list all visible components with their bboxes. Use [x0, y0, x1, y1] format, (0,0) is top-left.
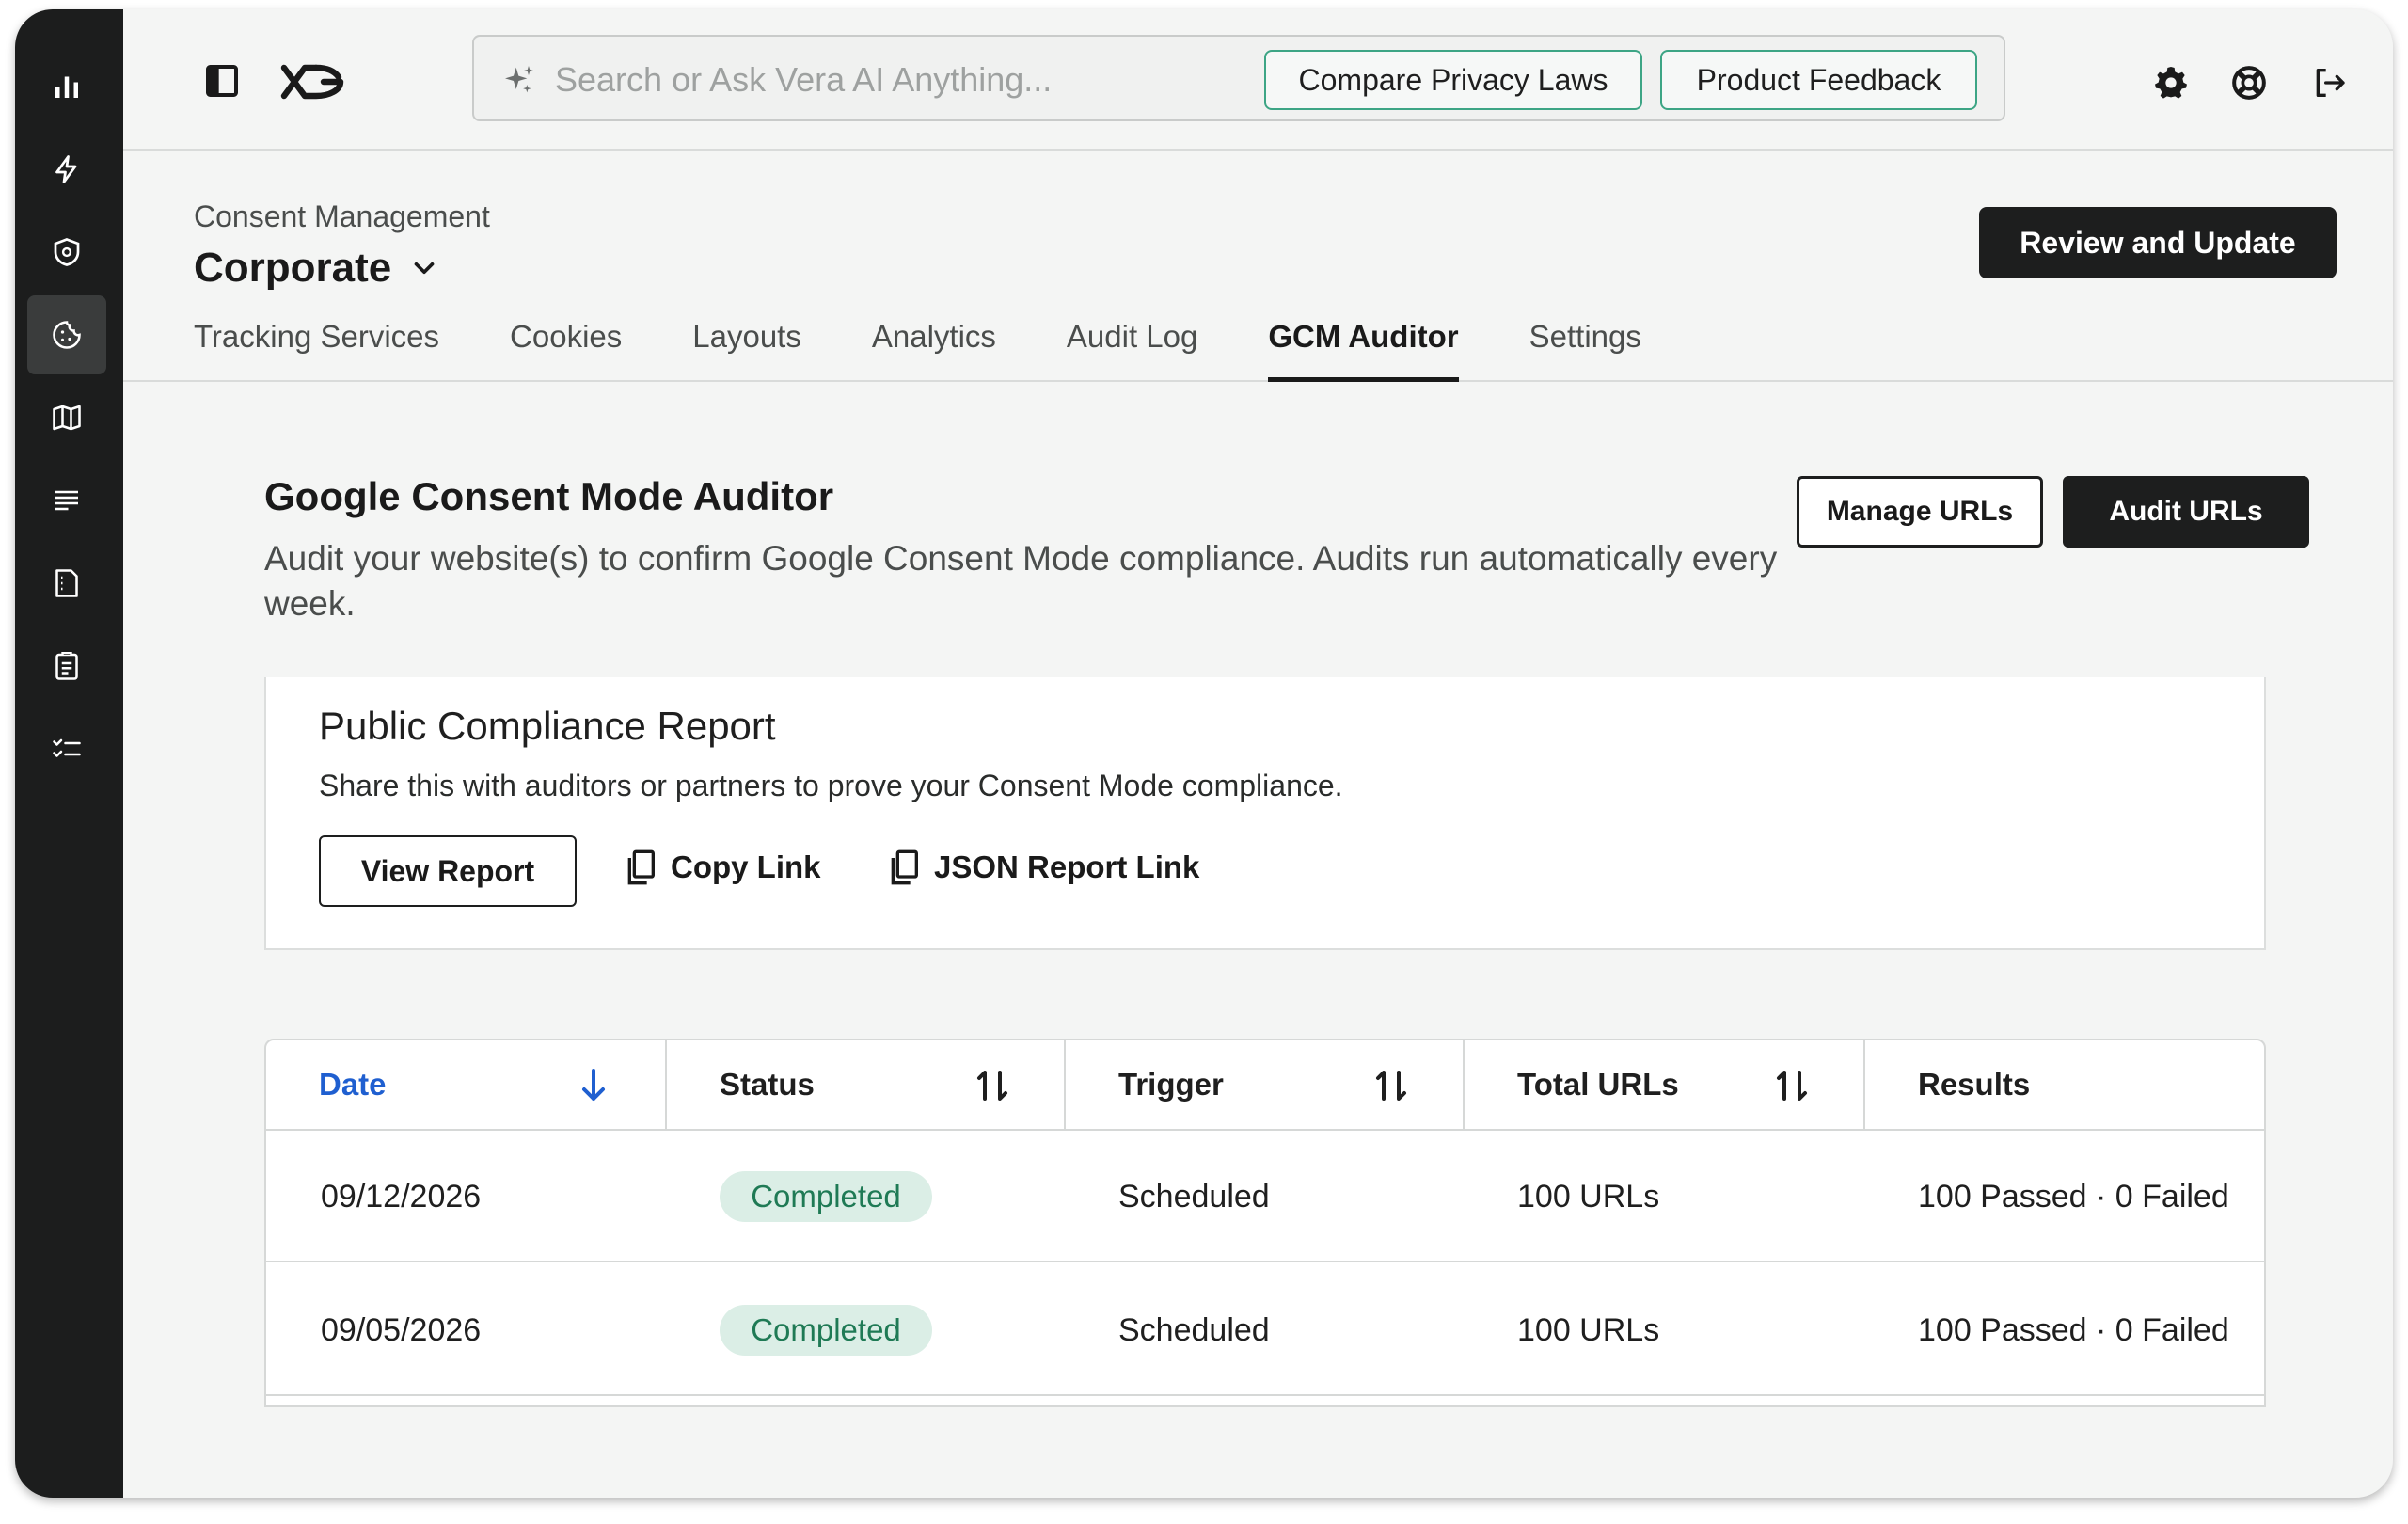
copy-link-button[interactable]: Copy Link: [624, 849, 821, 886]
logout-icon[interactable]: [2310, 64, 2348, 102]
cell-trigger: Scheduled: [1118, 1312, 1270, 1348]
column-label: Trigger: [1118, 1067, 1224, 1102]
search-bar: Compare Privacy Laws Product Feedback: [472, 35, 2005, 121]
column-header-status[interactable]: Status: [667, 1040, 1066, 1131]
page-header: Consent Management Corporate Review and …: [123, 152, 2393, 382]
table-row[interactable]: 09/05/2026 Completed Scheduled 100 URLs …: [266, 1264, 2264, 1396]
json-report-link-label: JSON Report Link: [934, 849, 1200, 884]
nav-documents[interactable]: [27, 544, 106, 623]
nav-privacy[interactable]: [27, 213, 106, 292]
view-report-button[interactable]: View Report: [319, 835, 577, 907]
manage-urls-button[interactable]: Manage URLs: [1797, 476, 2043, 548]
audit-history-table: Date Status Trigger Total URLs Results 0…: [264, 1039, 2266, 1407]
checklist-icon: [53, 738, 81, 757]
org-selector[interactable]: Corporate: [194, 245, 440, 292]
copy-icon: [891, 849, 918, 885]
sort-icon[interactable]: [1374, 1067, 1408, 1104]
report-card-description: Share this with auditors or partners to …: [319, 769, 1343, 802]
cell-date: 09/12/2026: [321, 1179, 482, 1214]
top-bar: Compare Privacy Laws Product Feedback: [123, 9, 2393, 151]
cell-total-urls: 100 URLs: [1517, 1179, 1660, 1214]
cell-trigger: Scheduled: [1118, 1179, 1270, 1214]
column-label: Status: [720, 1067, 815, 1102]
list-icon: [55, 490, 78, 511]
copy-link-label: Copy Link: [671, 849, 821, 884]
table-header: Date Status Trigger Total URLs Results: [266, 1040, 2264, 1131]
public-report-card: Public Compliance Report Share this with…: [264, 677, 2266, 950]
nav-automations[interactable]: [27, 130, 106, 209]
tab-settings[interactable]: Settings: [1529, 312, 1641, 382]
document-icon: [55, 569, 78, 597]
sort-icon[interactable]: [1775, 1067, 1809, 1104]
section-title: Google Consent Mode Auditor: [264, 474, 834, 518]
org-name: Corporate: [194, 245, 392, 291]
clipboard-icon: [55, 652, 78, 680]
tab-tracking-services[interactable]: Tracking Services: [194, 312, 439, 382]
nav-data-map[interactable]: [27, 378, 106, 457]
breadcrumb[interactable]: Consent Management: [194, 199, 490, 234]
nav-requests[interactable]: [27, 461, 106, 540]
logo-icon[interactable]: [278, 62, 346, 102]
tab-layouts[interactable]: Layouts: [692, 312, 801, 382]
column-label: Total URLs: [1517, 1067, 1679, 1102]
column-label: Results: [1918, 1067, 2031, 1102]
tab-gcm-auditor[interactable]: GCM Auditor: [1268, 312, 1459, 382]
nav-dashboard[interactable]: [27, 47, 106, 126]
table-row[interactable]: 09/12/2026 Completed Scheduled 100 URLs …: [266, 1131, 2264, 1262]
nav-tasks[interactable]: [27, 709, 106, 788]
tab-audit-log[interactable]: Audit Log: [1067, 312, 1197, 382]
sort-icon[interactable]: [975, 1067, 1009, 1104]
column-header-trigger[interactable]: Trigger: [1066, 1040, 1465, 1131]
tab-bar: Tracking Services Cookies Layouts Analyt…: [194, 312, 1712, 382]
status-badge: Completed: [720, 1305, 932, 1356]
copy-icon: [627, 849, 655, 885]
app-window: Compare Privacy Laws Product Feedback Co…: [15, 9, 2393, 1498]
sort-descending-icon[interactable]: [577, 1067, 610, 1104]
column-header-date[interactable]: Date: [266, 1040, 667, 1131]
cell-date: 09/05/2026: [321, 1312, 482, 1348]
cookie-icon: [53, 321, 81, 349]
section-description: Audit your website(s) to confirm Google …: [264, 539, 1778, 623]
column-header-total-urls[interactable]: Total URLs: [1465, 1040, 1865, 1131]
tab-analytics[interactable]: Analytics: [872, 312, 996, 382]
status-badge: Completed: [720, 1171, 932, 1222]
chevron-down-icon: [414, 262, 435, 275]
cell-results: 100 Passed · 0 Failed: [1918, 1312, 2229, 1348]
lifebuoy-icon[interactable]: [2230, 64, 2268, 102]
column-label: Date: [319, 1067, 387, 1102]
sparkle-icon: [505, 66, 533, 93]
sidebar-toggle-icon[interactable]: [203, 62, 241, 100]
nav-consent[interactable]: [27, 295, 106, 374]
gear-icon[interactable]: [2152, 64, 2190, 102]
cell-total-urls: 100 URLs: [1517, 1312, 1660, 1348]
product-feedback-chip[interactable]: Product Feedback: [1660, 50, 1977, 110]
tab-cookies[interactable]: Cookies: [510, 312, 622, 382]
search-input[interactable]: [555, 56, 1213, 104]
compare-privacy-laws-chip[interactable]: Compare Privacy Laws: [1264, 50, 1642, 110]
json-report-link-button[interactable]: JSON Report Link: [887, 849, 1199, 886]
bar-chart-icon: [55, 76, 78, 98]
cell-results: 100 Passed · 0 Failed: [1918, 1179, 2229, 1214]
map-icon: [53, 405, 81, 431]
nav-assessments[interactable]: [27, 627, 106, 706]
audit-urls-button[interactable]: Audit URLs: [2063, 476, 2309, 548]
review-and-update-button[interactable]: Review and Update: [1979, 207, 2337, 278]
lightning-icon: [55, 155, 77, 183]
shield-at-icon: [54, 238, 80, 266]
left-nav-rail: [15, 9, 123, 1498]
report-card-title: Public Compliance Report: [319, 704, 776, 748]
column-header-results: Results: [1865, 1040, 2264, 1131]
